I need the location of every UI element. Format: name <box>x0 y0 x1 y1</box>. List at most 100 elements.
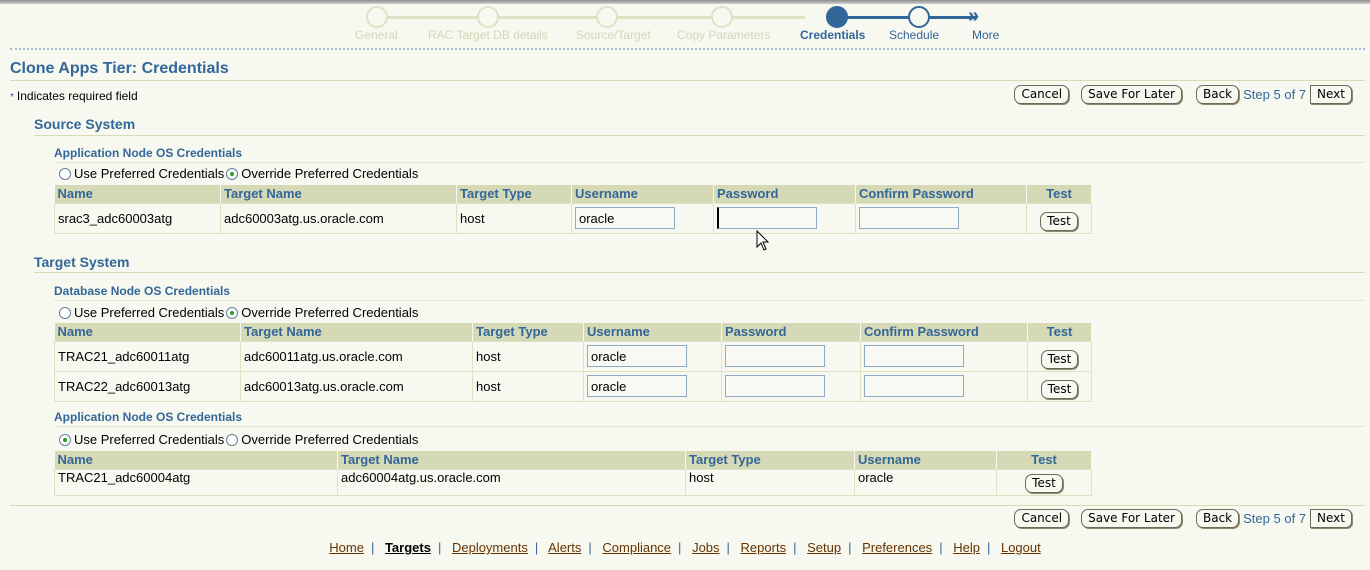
target-system-divider <box>34 272 1365 273</box>
username-input[interactable] <box>587 345 687 367</box>
footer-link-setup[interactable]: Setup <box>807 540 841 555</box>
target-app-node-table: Name Target Name Target Type Username Te… <box>54 451 1092 496</box>
train-step-more[interactable]: More <box>972 28 999 42</box>
use-preferred-radio[interactable] <box>59 433 71 446</box>
table-row: srac3_adc60003atg adc60003atg.us.oracle.… <box>54 202 1092 234</box>
double-chevron-right-icon[interactable]: » <box>968 4 979 28</box>
col-name: Name <box>54 451 338 469</box>
footer-link-home[interactable]: Home <box>329 540 364 555</box>
col-test: Test <box>1027 323 1092 341</box>
train-step-schedule-icon[interactable] <box>908 6 930 28</box>
table-row: TRAC22_adc60013atg adc60013atg.us.oracle… <box>54 370 1092 402</box>
table-header-row: Name Target Name Target Type Username Pa… <box>54 323 1092 341</box>
col-target-name: Target Name <box>220 185 457 203</box>
target-db-node-table: Name Target Name Target Type Username Pa… <box>54 323 1092 402</box>
password-input[interactable] <box>725 375 825 397</box>
train-step-source-target: Source/Target <box>576 28 651 42</box>
footer-link-preferences[interactable]: Preferences <box>862 540 932 555</box>
footer-link-targets[interactable]: Targets <box>385 540 431 555</box>
next-button[interactable]: Next <box>1310 85 1352 104</box>
footer-link-compliance[interactable]: Compliance <box>602 540 671 555</box>
cell-username: oracle <box>854 468 997 496</box>
use-preferred-label[interactable]: Use Preferred Credentials <box>74 305 224 320</box>
separator: | <box>588 540 592 555</box>
cell-target-name: adc60013atg.us.oracle.com <box>240 370 473 402</box>
override-preferred-radio[interactable] <box>226 306 239 319</box>
separator: | <box>986 540 991 555</box>
col-username: Username <box>571 185 714 203</box>
back-button[interactable]: Back <box>1196 85 1240 104</box>
override-preferred-radio[interactable] <box>226 167 239 180</box>
train-line-visited <box>377 16 805 19</box>
footer-link-reports[interactable]: Reports <box>741 540 787 555</box>
bottom-divider <box>10 505 1365 506</box>
step-indicator: Step 5 of 7 <box>1243 511 1307 526</box>
target-db-node-divider <box>54 300 1365 301</box>
override-preferred-radio[interactable] <box>226 433 239 446</box>
use-preferred-radio[interactable] <box>59 306 71 319</box>
cancel-button[interactable]: Cancel <box>1014 85 1070 104</box>
col-test: Test <box>1026 185 1092 203</box>
override-preferred-label[interactable]: Override Preferred Credentials <box>241 305 418 320</box>
footer-link-jobs[interactable]: Jobs <box>692 540 719 555</box>
source-app-node-table: Name Target Name Target Type Username Pa… <box>54 185 1092 234</box>
cell-target-name: adc60003atg.us.oracle.com <box>220 202 457 234</box>
use-preferred-radio[interactable] <box>59 167 71 180</box>
col-confirm-password: Confirm Password <box>855 185 1027 203</box>
col-target-type: Target Type <box>685 451 855 469</box>
col-test: Test <box>996 451 1092 469</box>
separator: | <box>437 540 442 555</box>
footer-link-alerts[interactable]: Alerts <box>548 540 581 555</box>
test-button[interactable]: Test <box>1040 379 1079 399</box>
col-username: Username <box>583 323 722 341</box>
required-field-note: * Indicates required field <box>10 89 138 103</box>
cell-target-name: adc60004atg.us.oracle.com <box>337 468 686 496</box>
footer-link-deployments[interactable]: Deployments <box>452 540 528 555</box>
table-row: TRAC21_adc60011atg adc60011atg.us.oracle… <box>54 340 1092 372</box>
back-button[interactable]: Back <box>1196 509 1240 528</box>
footer-link-help[interactable]: Help <box>953 540 980 555</box>
train-step-rac-icon <box>477 6 499 28</box>
table-row: TRAC21_adc60004atg adc60004atg.us.oracle… <box>54 468 1092 496</box>
save-for-later-button[interactable]: Save For Later <box>1081 509 1182 528</box>
override-preferred-label[interactable]: Override Preferred Credentials <box>241 166 418 181</box>
col-target-name: Target Name <box>337 451 686 469</box>
col-password: Password <box>721 323 861 341</box>
use-preferred-label[interactable]: Use Preferred Credentials <box>74 432 224 447</box>
cell-name: TRAC21_adc60004atg <box>54 468 338 496</box>
separator: | <box>939 540 943 555</box>
step-indicator: Step 5 of 7 <box>1243 87 1307 102</box>
cell-target-type: host <box>685 468 855 496</box>
source-app-node-heading: Application Node OS Credentials <box>54 146 243 160</box>
cell-target-type: host <box>472 340 584 372</box>
password-input[interactable] <box>725 345 825 367</box>
test-button[interactable]: Test <box>1025 474 1063 493</box>
train-step-general-icon <box>366 6 388 28</box>
password-input[interactable] <box>717 207 817 229</box>
col-target-name: Target Name <box>240 323 473 341</box>
use-preferred-label[interactable]: Use Preferred Credentials <box>74 166 224 181</box>
train-step-copy-parameters: Copy Parameters <box>677 28 771 42</box>
confirm-password-input[interactable] <box>864 345 964 367</box>
next-button[interactable]: Next <box>1310 509 1352 528</box>
top-button-bar: Cancel Save For Later Back Step 5 of 7 N… <box>1014 85 1352 104</box>
test-button[interactable]: Test <box>1040 211 1078 231</box>
confirm-password-input[interactable] <box>859 207 959 229</box>
username-input[interactable] <box>587 375 687 397</box>
target-system-heading: Target System <box>34 254 130 270</box>
override-preferred-label[interactable]: Override Preferred Credentials <box>241 432 418 447</box>
table-header-row: Name Target Name Target Type Username Te… <box>54 451 1092 469</box>
target-db-node-radio-group: Use Preferred Credentials Override Prefe… <box>57 305 418 320</box>
table-header-row: Name Target Name Target Type Username Pa… <box>54 185 1092 203</box>
save-for-later-button[interactable]: Save For Later <box>1081 85 1182 104</box>
train-step-schedule[interactable]: Schedule <box>889 28 939 42</box>
train-line-upcoming <box>837 16 977 19</box>
footer-link-logout[interactable]: Logout <box>1001 540 1041 555</box>
cell-target-type: host <box>456 202 572 234</box>
source-system-divider <box>34 135 1365 136</box>
username-input[interactable] <box>575 207 675 229</box>
cancel-button[interactable]: Cancel <box>1014 509 1070 528</box>
test-button[interactable]: Test <box>1040 349 1079 369</box>
confirm-password-input[interactable] <box>864 375 964 397</box>
title-divider <box>10 80 1365 81</box>
